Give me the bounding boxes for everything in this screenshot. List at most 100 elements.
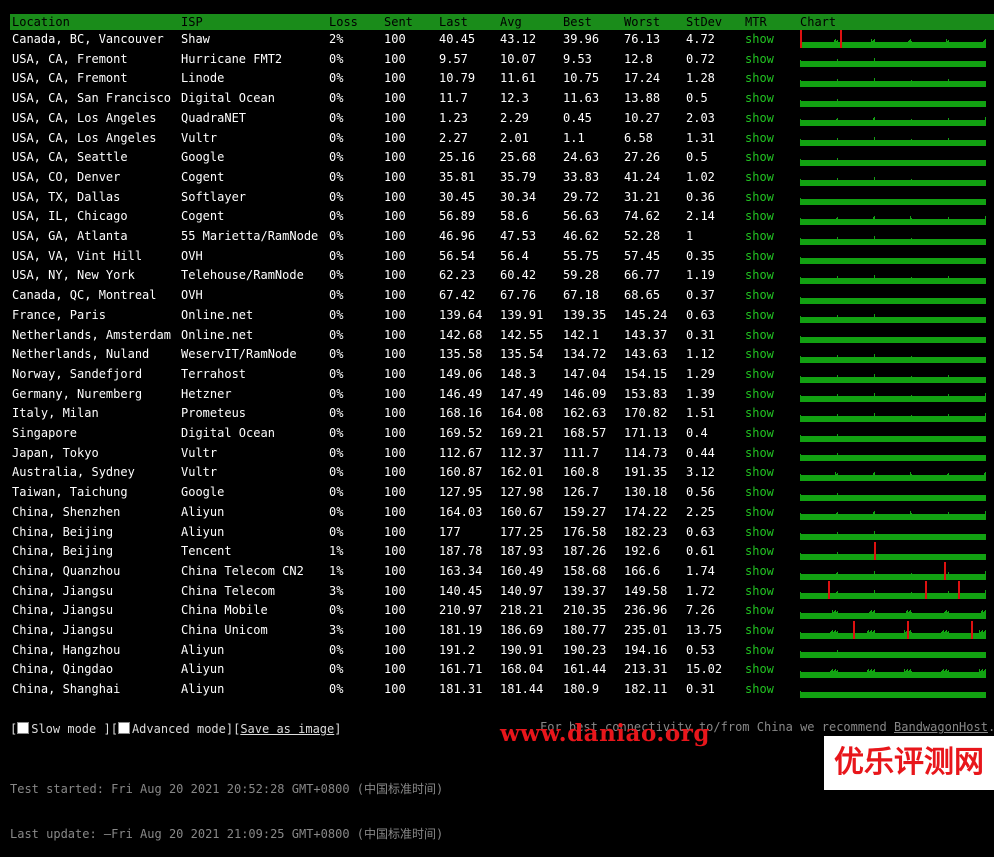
cell-location: China, Jiangsu: [12, 583, 114, 598]
mtr-show-link[interactable]: show: [745, 129, 774, 149]
jitter-tick: [835, 609, 836, 613]
jitter-tick: [874, 669, 875, 673]
mtr-show-link[interactable]: show: [745, 641, 774, 661]
header-last: Last: [439, 15, 468, 29]
mtr-show-link[interactable]: show: [745, 385, 774, 405]
mtr-show-link[interactable]: show: [745, 660, 774, 680]
mtr-show-link[interactable]: show: [745, 286, 774, 306]
mtr-show-link[interactable]: show: [745, 503, 774, 523]
mtr-show-link[interactable]: show: [745, 523, 774, 543]
jitter-tick: [834, 39, 835, 42]
latency-chart: [800, 404, 986, 424]
save-as-image-link[interactable]: Save as image: [240, 722, 334, 736]
latency-bar: [800, 120, 986, 127]
mtr-show-link[interactable]: show: [745, 365, 774, 385]
jitter-tick: [948, 571, 949, 574]
mtr-show-link[interactable]: show: [745, 109, 774, 129]
bandwagonhost-link[interactable]: BandwagonHost: [894, 720, 988, 734]
mtr-show-link[interactable]: show: [745, 306, 774, 326]
jitter-tick: [837, 551, 838, 554]
cell-last: 168.16: [439, 406, 483, 421]
jitter-tick: [835, 669, 836, 673]
table-row: USA, VA, Vint Hill OVH 0% 100 56.54 56.4 55.75…: [10, 247, 994, 267]
jitter-tick: [873, 630, 874, 633]
mtr-show-link[interactable]: show: [745, 542, 774, 562]
mtr-show-link[interactable]: show: [745, 148, 774, 168]
mtr-show-link[interactable]: show: [745, 50, 774, 70]
jitter-tick: [837, 354, 838, 357]
latency-chart: [800, 680, 986, 700]
jitter-tick: [874, 215, 875, 219]
mtr-show-link[interactable]: show: [745, 582, 774, 602]
cell-location: China, Qingdao: [12, 662, 114, 677]
table-row: USA, IL, Chicago Cogent 0% 100 56.89 58.6 56.6…: [10, 207, 994, 227]
cell-loss: 0%: [329, 465, 344, 480]
mtr-show-link[interactable]: show: [745, 188, 774, 208]
cell-stdev: 1: [686, 229, 694, 243]
cell-worst: 192.6: [624, 544, 661, 559]
cell-loss: 0%: [329, 248, 344, 263]
advanced-mode-checkbox[interactable]: [117, 722, 130, 734]
mtr-show-link[interactable]: show: [745, 89, 774, 109]
cell-last: 181.31: [439, 682, 483, 697]
mtr-show-link[interactable]: show: [745, 621, 774, 641]
mtr-show-link[interactable]: show: [745, 444, 774, 464]
table-row: China, Hangzhou Aliyun 0% 100 191.2 190.91 190…: [10, 641, 994, 661]
header-loss: Loss: [329, 15, 358, 29]
cell-location: Netherlands, Nuland: [12, 347, 150, 362]
jitter-tick: [874, 58, 875, 62]
mtr-show-link[interactable]: show: [745, 69, 774, 89]
mtr-show-link[interactable]: show: [745, 207, 774, 227]
mtr-show-link[interactable]: show: [745, 30, 774, 50]
mtr-show-link[interactable]: show: [745, 345, 774, 365]
cell-sent: 100: [384, 169, 406, 184]
cell-loss: 0%: [329, 662, 344, 677]
cell-worst: 17.24: [624, 71, 661, 86]
cell-worst: 143.63: [624, 347, 668, 362]
cell-last: 46.96: [439, 229, 476, 243]
table-row: China, Shenzhen Aliyun 0% 100 164.03 160.67 15…: [10, 503, 994, 523]
mtr-show-link[interactable]: show: [745, 424, 774, 444]
mtr-show-link[interactable]: show: [745, 227, 774, 247]
jitter-tick: [869, 631, 870, 633]
mtr-show-link[interactable]: show: [745, 168, 774, 188]
latency-bar: [800, 691, 986, 698]
latency-bar: [800, 278, 986, 285]
cell-location: Canada, BC, Vancouver: [12, 32, 164, 46]
jitter-tick: [835, 38, 836, 42]
mtr-show-link[interactable]: show: [745, 266, 774, 286]
cell-best: 162.63: [563, 406, 607, 421]
latency-bar: [800, 573, 986, 580]
jitter-tick: [908, 40, 909, 42]
cell-stdev: 2.25: [686, 504, 715, 519]
mtr-show-link[interactable]: show: [745, 247, 774, 267]
cell-sent: 100: [384, 110, 406, 125]
jitter-tick: [908, 611, 909, 613]
cell-worst: 236.96: [624, 603, 668, 618]
cell-isp: Aliyun: [181, 682, 225, 697]
cell-location: China, Beijing: [12, 524, 114, 539]
cell-location: USA, CA, Seattle: [12, 150, 128, 165]
jitter-tick: [870, 610, 871, 613]
mtr-show-link[interactable]: show: [745, 562, 774, 582]
slow-mode-checkbox[interactable]: [17, 722, 30, 734]
cell-avg: 10.07: [500, 51, 537, 66]
brand-watermark: 优乐评测网: [824, 736, 994, 790]
mtr-show-link[interactable]: show: [745, 404, 774, 424]
jitter-tick: [834, 630, 835, 633]
cell-loss: 0%: [329, 110, 344, 125]
cell-avg: 67.76: [500, 288, 537, 303]
mtr-show-link[interactable]: show: [745, 326, 774, 346]
mtr-show-link[interactable]: show: [745, 601, 774, 621]
latency-bar: [800, 415, 986, 422]
cell-avg: 187.93: [500, 544, 544, 559]
jitter-tick: [943, 669, 944, 673]
jitter-tick: [837, 394, 838, 397]
jitter-tick: [868, 629, 869, 633]
mtr-show-link[interactable]: show: [745, 483, 774, 503]
mtr-show-link[interactable]: show: [745, 680, 774, 700]
latency-bar: [800, 337, 986, 344]
mtr-show-link[interactable]: show: [745, 463, 774, 483]
jitter-tick: [947, 671, 948, 673]
jitter-tick: [836, 631, 837, 633]
